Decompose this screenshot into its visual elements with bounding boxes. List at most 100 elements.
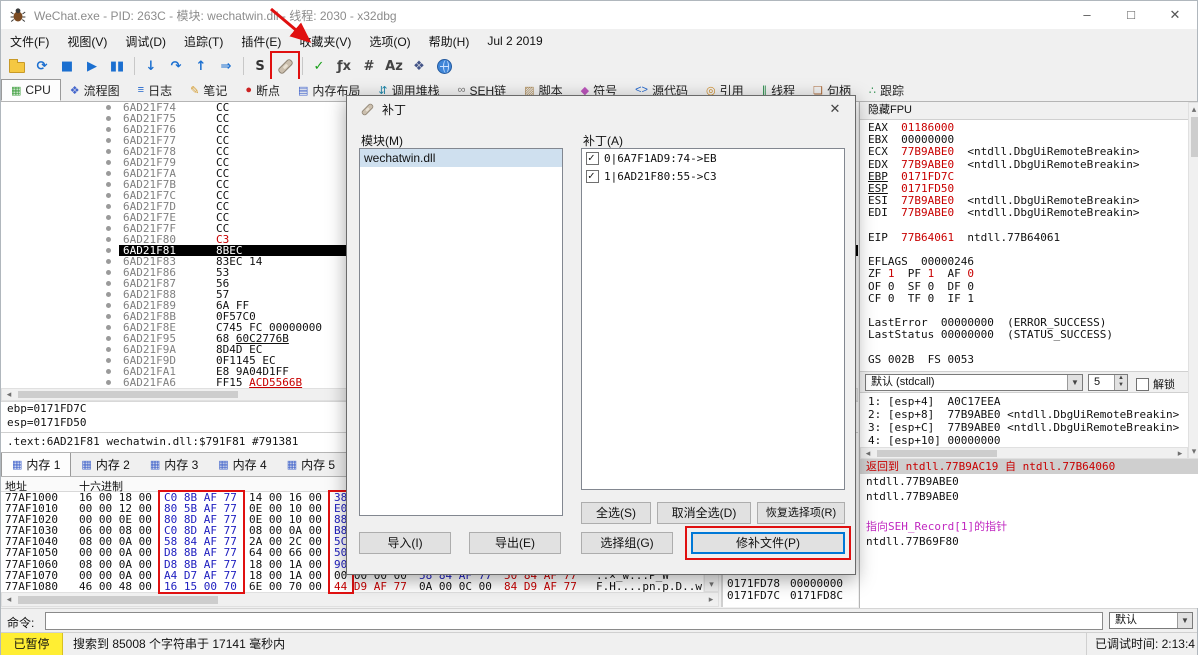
patch-item[interactable]: 0|6A7F1AD9:74->EB <box>582 149 844 167</box>
compare-button[interactable]: ✓ <box>307 54 331 78</box>
step-into-button[interactable]: ↓ <box>139 54 163 78</box>
run-to-user-button[interactable]: ⇒ <box>214 54 238 78</box>
patch-checkbox[interactable] <box>586 169 599 183</box>
register-line[interactable]: CF 0 TF 0 IF 1 <box>860 291 1188 305</box>
menu-item[interactable]: Jul 2 2019 <box>478 30 551 52</box>
hide-fpu-button[interactable]: 隐藏FPU <box>860 102 1188 120</box>
dump-tab[interactable]: ▦ 内存 1 <box>1 453 72 476</box>
patch-file-button[interactable]: 修补文件(P) <box>691 532 845 554</box>
select-group-button[interactable]: 选择组(G) <box>581 532 673 554</box>
stack-info-line[interactable]: 返回到 ntdll.77B9AC19 自 ntdll.77B64060 <box>860 459 1198 474</box>
minimize-button[interactable]: – <box>1065 1 1109 29</box>
module-item[interactable]: wechatwin.dll <box>360 149 562 167</box>
argument-line[interactable]: 3: [esp+C] 77B9ABE0 <ntdll.DbgUiRemoteBr… <box>860 421 1188 434</box>
menu-item[interactable]: 追踪(T) <box>175 29 232 54</box>
dump-tab[interactable]: ▦ 内存 3 <box>140 453 208 476</box>
functions-button[interactable]: ƒx <box>332 54 356 78</box>
tab-cpu[interactable]: ▦ CPU <box>1 79 61 101</box>
patch-button[interactable] <box>270 51 300 81</box>
strings-button[interactable]: Az <box>382 54 406 78</box>
tab-notes[interactable]: ✎ 笔记 <box>181 79 236 101</box>
menu-item[interactable]: 文件(F) <box>1 29 58 54</box>
scroll-thumb[interactable] <box>18 596 218 604</box>
menu-item[interactable]: 收藏夹(V) <box>290 29 360 54</box>
stack-info-line[interactable]: ntdll.77B69F80 <box>860 534 1198 549</box>
stack-row[interactable]: 0171FD7C 0171FD8C <box>727 589 843 602</box>
open-file-button[interactable] <box>5 54 29 78</box>
menu-item[interactable]: 视图(V) <box>58 29 116 54</box>
dump-hscrollbar[interactable]: ◂ ▸ <box>1 592 719 607</box>
patch-item[interactable]: 1|6AD21F80:55->C3 <box>582 167 844 185</box>
spinner-arrows-icon[interactable]: ▲ ▼ <box>1114 375 1127 390</box>
menu-item[interactable]: 帮助(H) <box>420 29 479 54</box>
tab-breakpoints[interactable]: ● 断点 <box>236 79 289 101</box>
scroll-down-icon[interactable]: ▾ <box>705 579 718 590</box>
register-line[interactable]: EDI 77B9ABE0 <ntdll.DbgUiRemoteBreakin> <box>860 207 1188 219</box>
scroll-down-icon[interactable]: ▾ <box>1189 446 1198 457</box>
command-input[interactable] <box>45 612 1103 630</box>
scroll-left-icon[interactable]: ◂ <box>4 594 14 605</box>
tab-log[interactable]: ≡ 日志 <box>129 79 181 101</box>
scroll-thumb[interactable] <box>18 391 238 398</box>
tab-graph[interactable]: ❖ 流程图 <box>61 79 129 101</box>
calling-convention-combo[interactable]: 默认 (stdcall) ▼ <box>865 374 1083 391</box>
register-line[interactable]: LastStatus 00000000 (STATUS_SUCCESS) <box>860 329 1188 341</box>
chevron-down-icon[interactable]: ▼ <box>1067 375 1082 390</box>
register-line[interactable]: GS 002B FS 0053 <box>860 353 1188 366</box>
flag-value: 1 <box>967 291 974 305</box>
menu-item[interactable]: 调试(D) <box>116 29 175 54</box>
select-all-button[interactable]: 全选(S) <box>581 502 651 524</box>
registers-vscrollbar[interactable]: ▴ ▾ <box>1188 102 1198 459</box>
stack-info-line[interactable]: ntdll.77B9ABE0 <box>860 474 1198 489</box>
seh-chain-button[interactable]: S <box>248 54 272 78</box>
pad <box>888 158 901 171</box>
dump-tab[interactable]: ▦ 内存 5 <box>277 453 345 476</box>
run-button[interactable]: ▶ <box>80 54 104 78</box>
dump-tab[interactable]: ▦ 内存 2 <box>71 453 139 476</box>
scroll-left-icon[interactable]: ◂ <box>4 389 14 400</box>
dialog-close-button[interactable]: ✕ <box>815 96 855 122</box>
maximize-button[interactable]: □ <box>1109 1 1153 29</box>
deselect-all-button[interactable]: 取消全选(D) <box>657 502 751 524</box>
breakpoint-dot <box>106 171 111 176</box>
patch-checkbox[interactable] <box>586 151 599 165</box>
graph-button[interactable]: ❖ <box>407 54 431 78</box>
globe-button[interactable] <box>432 54 456 78</box>
scroll-thumb[interactable] <box>1191 117 1198 157</box>
restart-button[interactable]: ⟳ <box>30 54 54 78</box>
restore-selected-button[interactable]: 恢复选择项(R) <box>757 502 845 524</box>
scroll-right-icon[interactable]: ▸ <box>706 594 716 605</box>
argument-line[interactable]: 2: [esp+8] 77B9ABE0 <ntdll.DbgUiRemoteBr… <box>860 408 1188 421</box>
stop-button[interactable]: ■ <box>55 54 79 78</box>
menu-item[interactable]: 选项(O) <box>360 29 419 54</box>
pause-button[interactable]: ▮▮ <box>105 54 129 78</box>
step-over-button[interactable]: ↷ <box>164 54 188 78</box>
argument-line[interactable]: 1: [esp+4] A0C17EEA <box>860 395 1188 408</box>
argument-line[interactable]: 4: [esp+10] 00000000 <box>860 434 1188 447</box>
scroll-left-icon[interactable]: ◂ <box>863 448 873 459</box>
step-out-button[interactable]: ↑ <box>189 54 213 78</box>
module-list[interactable]: wechatwin.dll <box>359 148 563 516</box>
chevron-down-icon[interactable]: ▼ <box>1177 613 1192 628</box>
tab-trace[interactable]: ∴ 跟踪 <box>860 79 913 101</box>
hash-button[interactable]: # <box>357 54 381 78</box>
scroll-right-icon[interactable]: ▸ <box>1175 448 1185 459</box>
import-button[interactable]: 导入(I) <box>359 532 451 554</box>
close-button[interactable]: ✕ <box>1153 1 1197 29</box>
stack-info-line[interactable]: 指向SEH_Record[1]的指针 <box>860 519 1198 534</box>
argument-count-spinner[interactable]: 5 ▲ ▼ <box>1088 374 1128 391</box>
register-line[interactable]: EIP 77B64061 ntdll.77B64061 <box>860 231 1188 244</box>
command-profile-combo[interactable]: 默认 ▼ <box>1109 612 1193 629</box>
stack-info-line[interactable] <box>860 504 1198 519</box>
registers-hscrollbar[interactable]: ◂ ▸ <box>860 447 1188 459</box>
menu-item[interactable]: 插件(E) <box>232 29 290 54</box>
scroll-up-icon[interactable]: ▴ <box>1189 104 1198 115</box>
dump-row[interactable]: 77AF1080 46 00 48 00 16 15 00 70 6E 00 70 0… <box>1 581 703 592</box>
unlock-checkbox[interactable] <box>1136 377 1149 391</box>
export-button[interactable]: 导出(E) <box>469 532 561 554</box>
patch-list[interactable]: 0|6A7F1AD9:74->EB 1|6AD21F80:55->C3 <box>581 148 845 490</box>
scroll-thumb[interactable] <box>877 450 997 457</box>
dump-tab[interactable]: ▦ 内存 4 <box>208 453 276 476</box>
stack-info-line[interactable]: ntdll.77B9ABE0 <box>860 489 1198 504</box>
unlock-checkbox-group[interactable]: 解锁 <box>1136 376 1175 392</box>
